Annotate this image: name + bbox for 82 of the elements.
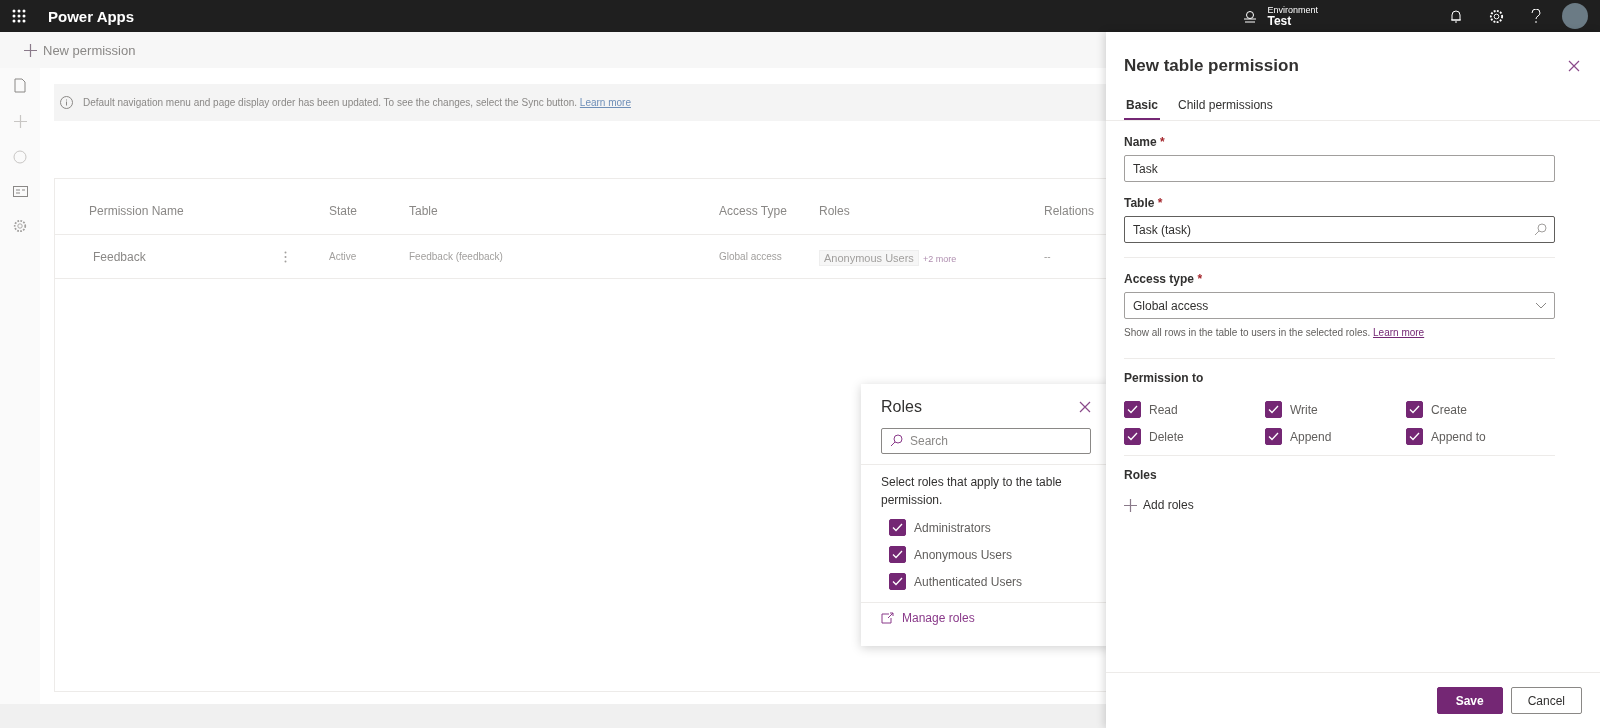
- close-button[interactable]: [1077, 399, 1093, 415]
- permission-label: Read: [1149, 402, 1178, 417]
- permission-label: Create: [1431, 402, 1468, 417]
- column-header[interactable]: Relations: [1044, 203, 1104, 218]
- popup-description: Select roles that apply to the table permission.: [881, 474, 1063, 509]
- learn-more-link[interactable]: Learn more: [1373, 327, 1425, 338]
- checkmark-icon: [892, 577, 903, 586]
- chevron-down-icon: [1535, 302, 1547, 309]
- checkmark-icon: [892, 550, 903, 559]
- checkmark-icon: [1127, 432, 1138, 441]
- section-heading: Roles: [1124, 468, 1158, 482]
- bell-icon[interactable]: [1450, 9, 1462, 23]
- plus-icon: [1124, 498, 1137, 512]
- close-button[interactable]: [1566, 58, 1582, 74]
- role-label: Anonymous Users: [914, 547, 1013, 562]
- field-label: Name *: [1124, 135, 1166, 149]
- help-text: Show all rows in the table to users in the selected roles. Learn more: [1124, 327, 1426, 338]
- permission-label: Append: [1290, 429, 1332, 444]
- role-tag: Anonymous Users: [819, 249, 919, 266]
- help-icon[interactable]: [1531, 8, 1541, 24]
- checkmark-icon: [1409, 432, 1420, 441]
- checkmark-icon: [1409, 405, 1420, 414]
- access-type-cell-text: Global access: [719, 251, 783, 262]
- checkbox[interactable]: [1406, 401, 1423, 418]
- checkmark-icon: [892, 523, 903, 532]
- checkmark-icon: [1127, 405, 1138, 414]
- checkbox[interactable]: [1124, 401, 1141, 418]
- table-field[interactable]: Task (task): [1124, 216, 1555, 243]
- permission-label: Delete: [1149, 429, 1184, 444]
- info-icon: [60, 96, 73, 109]
- cancel-button[interactable]: Cancel: [1510, 687, 1582, 714]
- notice-text: Default navigation menu and page display order has been updated. To see the changes, select the Sync button. Learn more: [83, 97, 631, 108]
- checkbox[interactable]: [889, 519, 906, 536]
- app-name: Power Apps: [48, 7, 136, 25]
- permission-label: Write: [1290, 402, 1318, 417]
- checkbox[interactable]: [889, 573, 906, 590]
- field-label: Table *: [1124, 196, 1164, 210]
- column-header[interactable]: Access Type: [719, 203, 819, 218]
- checkbox[interactable]: [889, 546, 906, 563]
- search-field[interactable]: Search: [881, 428, 1091, 454]
- environment-label: Environment: [1267, 5, 1318, 15]
- permission-label: Append to: [1431, 429, 1486, 444]
- checkbox[interactable]: [1265, 428, 1282, 445]
- checkbox[interactable]: [1124, 428, 1141, 445]
- role-label: Administrators: [914, 520, 991, 535]
- add-roles-button[interactable]: Add roles: [1124, 498, 1555, 512]
- app-launcher-icon[interactable]: [12, 9, 26, 23]
- role-label: Authenticated Users: [914, 574, 1023, 589]
- column-header[interactable]: Table: [409, 203, 719, 218]
- access-type-dropdown[interactable]: Global access: [1124, 292, 1555, 319]
- column-header[interactable]: Roles: [819, 203, 1044, 218]
- checkbox[interactable]: [1406, 428, 1423, 445]
- close-icon: [1079, 401, 1091, 413]
- checkmark-icon: [1268, 405, 1279, 414]
- environment-name: Test: [1267, 14, 1293, 27]
- search-icon: [890, 434, 903, 447]
- tab[interactable]: Basic: [1124, 98, 1161, 120]
- save-button[interactable]: Save: [1436, 687, 1503, 714]
- tab[interactable]: Child permissions: [1176, 98, 1275, 120]
- relations-cell-text: --: [1044, 251, 1052, 262]
- column-header[interactable]: Permission Name: [89, 203, 329, 218]
- plus-icon: [13, 115, 27, 128]
- name-field[interactable]: Task: [1124, 155, 1555, 182]
- open-external-icon: [881, 612, 894, 624]
- state-cell-text: Active: [329, 251, 358, 262]
- close-icon: [1568, 60, 1580, 72]
- more-options-icon[interactable]: [284, 250, 287, 263]
- checkmark-icon: [1268, 432, 1279, 441]
- table-cell-text: Feedback (feedback): [409, 251, 504, 262]
- user-avatar[interactable]: [1562, 3, 1588, 29]
- popup-title: Roles: [881, 398, 922, 416]
- field-label: Access type *: [1124, 272, 1204, 286]
- section-heading: Permission to: [1124, 371, 1205, 385]
- panel-title: New table permission: [1124, 56, 1299, 76]
- checkbox[interactable]: [1265, 401, 1282, 418]
- environment-icon: [1243, 9, 1258, 23]
- column-header[interactable]: State: [329, 203, 409, 218]
- manage-roles-link[interactable]: Manage roles: [881, 611, 1091, 625]
- permission-name[interactable]: Feedback: [93, 249, 146, 264]
- plus-icon: [24, 43, 37, 57]
- form-icon[interactable]: [12, 186, 28, 197]
- search-icon: [1534, 223, 1547, 236]
